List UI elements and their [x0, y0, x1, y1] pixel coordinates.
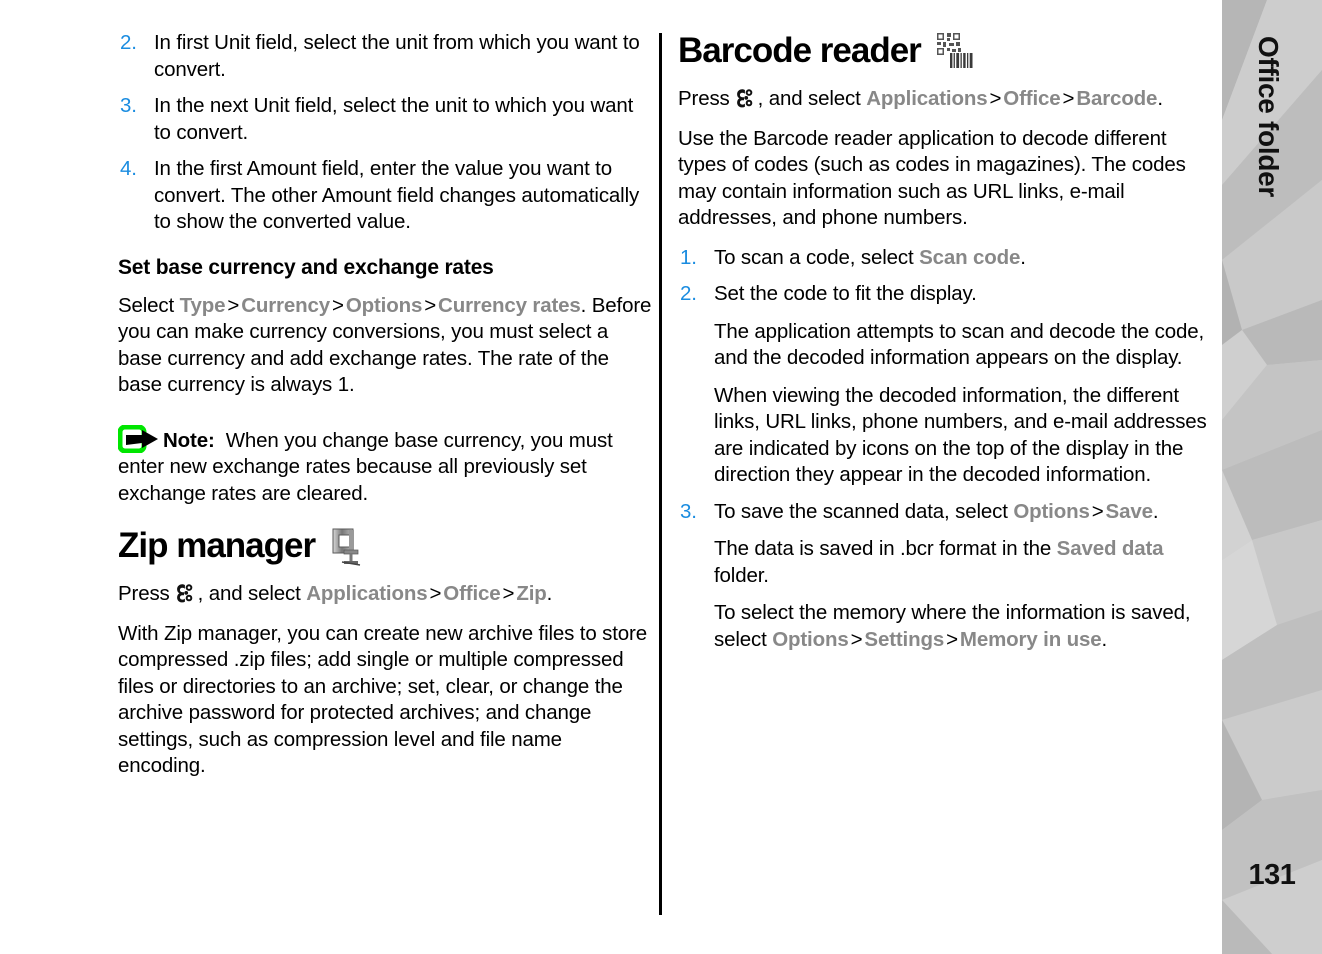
- step-subparagraph: When viewing the decoded information, th…: [714, 383, 1207, 487]
- section-sidebar-tab: Office folder 131: [1222, 0, 1322, 954]
- path-separator: >: [502, 582, 515, 605]
- ui-ref-zip: Zip: [516, 582, 547, 605]
- zip-press-paragraph: Press, and select Applications>Office>Zi…: [118, 581, 653, 608]
- paragraph-lead: Select: [118, 293, 180, 317]
- list-number: 4.: [120, 157, 137, 180]
- ui-ref-office: Office: [443, 582, 501, 605]
- list-tail: .: [1152, 499, 1159, 523]
- ui-ref-options: Options: [772, 627, 849, 651]
- clamp-icon: [327, 526, 361, 566]
- ui-ref-save: Save: [1105, 499, 1153, 523]
- press-mid: , and select: [197, 582, 307, 605]
- list-item: 4. In the first Amount field, enter the v…: [118, 156, 653, 236]
- barcode-press-paragraph: Press, and select Applications>Office>Ba…: [678, 86, 1213, 113]
- heading-zip-manager: Zip manager: [118, 525, 653, 567]
- path-separator: >: [429, 582, 442, 605]
- column-divider: [659, 33, 662, 915]
- ui-ref-barcode: Barcode: [1076, 87, 1158, 110]
- sidebar-section-title-text: Office folder: [1253, 36, 1284, 198]
- sub-tail: folder.: [714, 563, 769, 587]
- path-separator: >: [1062, 87, 1075, 110]
- sub-lead: The data is saved in .bcr format in the: [714, 537, 1057, 560]
- path-separator: >: [850, 627, 863, 651]
- list-text: In the first Amount field, enter the val…: [154, 157, 640, 233]
- ui-ref-type: Type: [179, 293, 226, 317]
- ui-ref-memory-in-use: Memory in use: [959, 627, 1102, 651]
- list-number: 3.: [680, 499, 697, 523]
- step-subparagraph: The application attempts to scan and dec…: [714, 319, 1205, 370]
- note-arrow-icon: [117, 424, 162, 453]
- path-separator: >: [424, 293, 437, 317]
- heading-text: Zip manager: [118, 526, 316, 565]
- list-text: Set the code to fit the display.: [714, 282, 977, 305]
- heading-barcode-reader: Barcode reader: [678, 30, 1213, 72]
- list-item: 2. In first Unit field, select the unit f…: [118, 30, 653, 83]
- list-number: 1.: [680, 245, 697, 269]
- ui-ref-applications: Applications: [866, 87, 988, 110]
- currency-path-paragraph: Select Type>Currency>Options>Currency ra…: [118, 293, 653, 399]
- press-mid: , and select: [757, 87, 867, 110]
- ui-ref-settings: Settings: [864, 627, 945, 651]
- ui-ref-saved-data: Saved data: [1056, 537, 1164, 560]
- ui-ref-options: Options: [345, 293, 423, 317]
- path-separator: >: [332, 293, 344, 317]
- path-tail: .: [546, 582, 553, 605]
- ui-ref-currency: Currency: [241, 293, 330, 317]
- ui-ref-currency-rates: Currency rates: [438, 293, 581, 317]
- note-callout: Note: When you change base currency, you…: [117, 424, 653, 508]
- heading-text: Barcode reader: [678, 31, 922, 70]
- path-separator: >: [227, 293, 240, 317]
- list-item: 3. To save the scanned data, select Optio…: [678, 499, 1213, 654]
- right-text-column: Barcode reader Press , and select Applica…: [678, 30, 1213, 666]
- subheading-set-base-currency: Set base currency and exchange rates: [118, 255, 494, 279]
- menu-key-icon: [173, 582, 195, 604]
- ui-ref-scan-code: Scan code: [919, 245, 1021, 269]
- list-item: 3. In the next Unit field, select the uni…: [118, 93, 653, 146]
- list-number: 2.: [120, 31, 137, 54]
- list-tail: .: [1020, 245, 1026, 269]
- list-text: In the next Unit field, select the unit …: [154, 94, 634, 144]
- press-lead: Press: [118, 582, 170, 605]
- list-number: 3.: [120, 94, 137, 117]
- list-item: 2. Set the code to fit the display. The a…: [678, 281, 1213, 489]
- note-label: Note:: [163, 428, 215, 452]
- ui-ref-office: Office: [1003, 87, 1061, 110]
- left-text-column: 2. In first Unit field, select the unit f…: [117, 30, 653, 793]
- manual-page: 2. In first Unit field, select the unit f…: [0, 0, 1322, 954]
- saved-data-paragraph: The data is saved in .bcr format in the …: [714, 536, 1213, 589]
- barcode-steps-list: 1. To scan a code, select Scan code. 2. Se…: [678, 245, 1213, 654]
- list-item: 1. To scan a code, select Scan code.: [678, 245, 1213, 272]
- barcode-intro-paragraph: Use the Barcode reader application to de…: [678, 126, 1186, 230]
- path-separator: >: [1091, 499, 1104, 523]
- press-lead: Press: [678, 87, 730, 110]
- memory-in-use-paragraph: To select the memory where the informati…: [714, 600, 1213, 653]
- zip-body-paragraph: With Zip manager, you can create new arc…: [118, 621, 647, 778]
- list-text: In first Unit field, select the unit fro…: [154, 31, 640, 81]
- sidebar-section-title: Office folder: [1222, 36, 1322, 197]
- path-tail: .: [1157, 87, 1163, 110]
- path-separator: >: [946, 627, 958, 651]
- path-separator: >: [989, 87, 1002, 110]
- list-text: To save the scanned data, select: [714, 499, 1014, 523]
- list-number: 2.: [680, 282, 697, 305]
- ui-ref-applications: Applications: [306, 582, 428, 605]
- barcode-qr-icon: [933, 31, 977, 71]
- list-text: To scan a code, select: [714, 245, 920, 269]
- page-number: 131: [1248, 859, 1296, 891]
- ui-ref-options: Options: [1013, 499, 1090, 523]
- conversion-steps-list: 2. In first Unit field, select the unit f…: [118, 30, 653, 236]
- sub-tail: .: [1101, 627, 1108, 651]
- menu-key-icon: [733, 87, 755, 109]
